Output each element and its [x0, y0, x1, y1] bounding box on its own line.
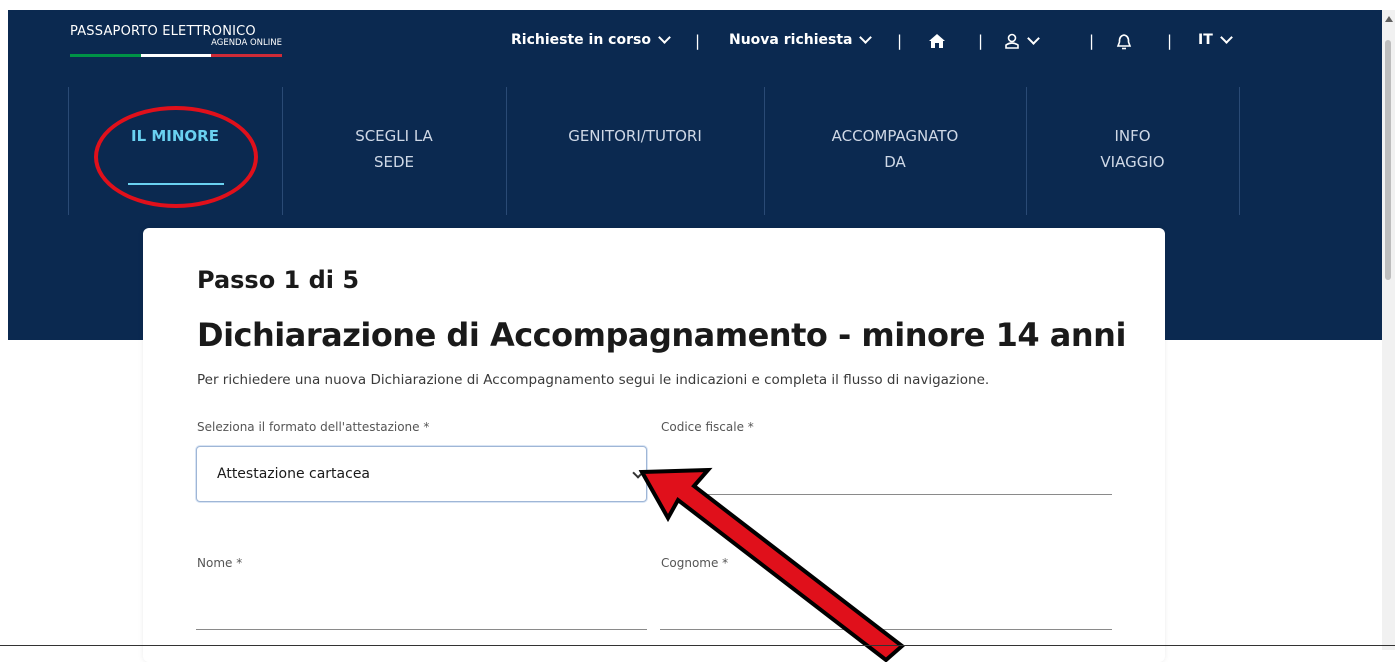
language-label: IT — [1198, 32, 1213, 48]
step-label: VIAGGIO — [1100, 153, 1165, 171]
nav-nuova-richiesta[interactable]: Nuova richiesta — [729, 31, 873, 48]
notifications-button[interactable] — [1116, 33, 1132, 50]
format-select-value: Attestazione cartacea — [217, 466, 371, 482]
chevron-down-icon — [658, 31, 671, 44]
bell-icon — [1116, 34, 1132, 50]
step-label: DA — [884, 153, 906, 171]
step-label: GENITORI/TUTORI — [568, 127, 702, 145]
step-divider — [1239, 87, 1240, 215]
nav-separator: | — [978, 32, 984, 50]
annotation-arrow-icon — [638, 467, 906, 662]
page-title: Dichiarazione di Accompagnamento - minor… — [197, 316, 1126, 354]
step-scegli-la-sede[interactable]: SCEGLI LA SEDE — [282, 123, 506, 175]
scrollbar[interactable] — [1382, 10, 1395, 650]
nav-richieste-label: Richieste in corso — [511, 32, 651, 48]
top-nav: Richieste in corso | Nuova richiesta | | — [8, 31, 1382, 56]
nav-separator: | — [695, 32, 701, 50]
chevron-down-icon — [1219, 31, 1233, 44]
divider — [0, 645, 1395, 646]
step-divider — [506, 87, 507, 215]
step-divider — [68, 87, 69, 215]
nome-label: Nome * — [197, 556, 243, 570]
annotation-oval — [94, 106, 258, 208]
nav-separator: | — [897, 32, 903, 50]
header: PASSAPORTO ELETTRONICO AGENDA ONLINE Ric… — [8, 10, 1382, 86]
chevron-down-icon — [859, 31, 873, 44]
nav-nuova-label: Nuova richiesta — [729, 32, 853, 48]
nav-separator: | — [1089, 32, 1095, 50]
user-icon — [1005, 33, 1019, 49]
scrollbar-thumb[interactable] — [1385, 40, 1391, 280]
step-label: SEDE — [373, 153, 415, 171]
codice-fiscale-label: Codice fiscale * — [661, 420, 754, 434]
scroll-up-icon[interactable] — [1385, 16, 1393, 22]
step-info-viaggio[interactable]: INFO VIAGGIO — [1026, 123, 1239, 175]
nav-separator: | — [1167, 32, 1173, 50]
format-field-label: Seleziona il formato dell'attestazione * — [197, 420, 430, 434]
language-selector[interactable]: IT — [1198, 31, 1233, 48]
home-icon — [929, 34, 945, 48]
format-select[interactable]: Attestazione cartacea — [196, 446, 647, 502]
step-label: SCEGLI LA — [355, 127, 433, 145]
step-counter: Passo 1 di 5 — [197, 266, 360, 294]
step-genitori-tutori[interactable]: GENITORI/TUTORI — [506, 123, 764, 149]
page: PASSAPORTO ELETTRONICO AGENDA ONLINE Ric… — [0, 0, 1395, 662]
nome-input[interactable] — [196, 629, 647, 630]
step-label: ACCOMPAGNATO — [831, 127, 959, 145]
intro-text: Per richiedere una nuova Dichiarazione d… — [197, 372, 990, 388]
home-button[interactable] — [928, 33, 946, 49]
user-menu[interactable] — [1004, 32, 1040, 49]
step-label: INFO — [1114, 127, 1151, 145]
chevron-down-icon — [1027, 32, 1040, 45]
step-accompagnato-da[interactable]: ACCOMPAGNATO DA — [764, 123, 1026, 175]
nav-richieste-in-corso[interactable]: Richieste in corso — [511, 31, 671, 48]
